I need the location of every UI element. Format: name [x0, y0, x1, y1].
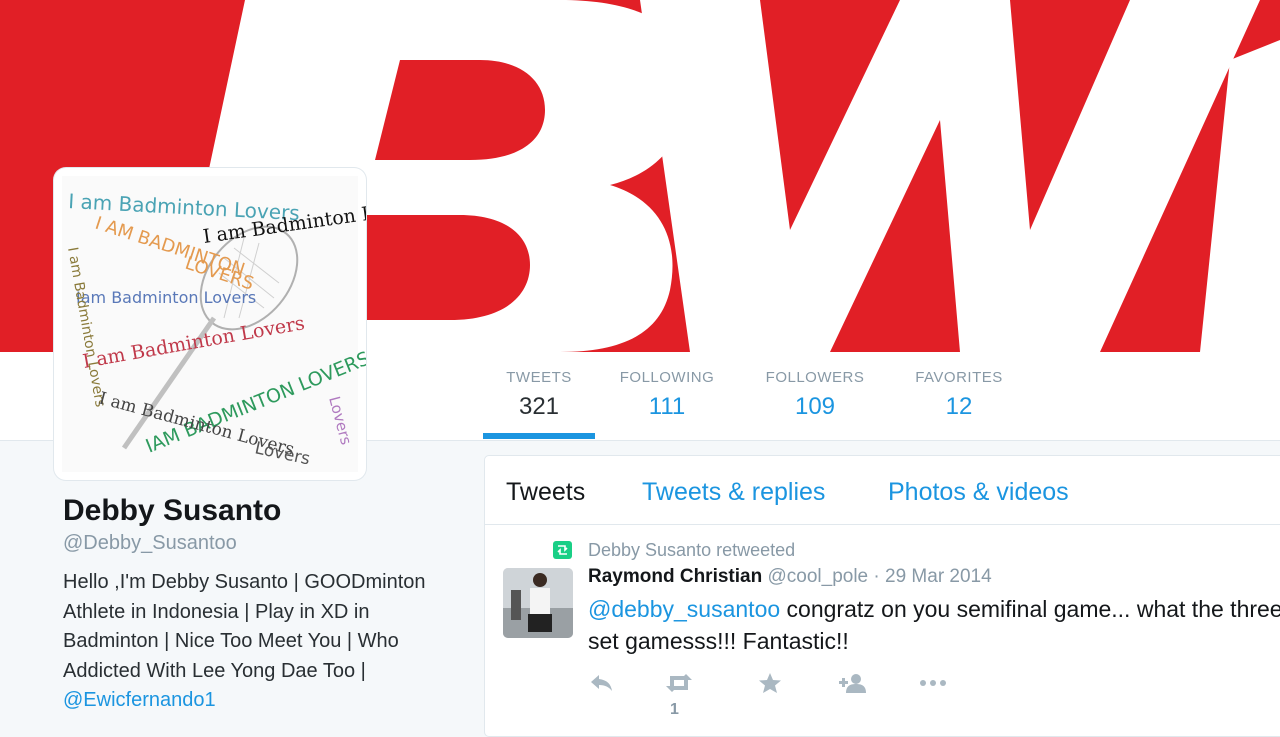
stat-followers-label: FOLLOWERS: [765, 369, 865, 386]
profile-avatar[interactable]: I am Badminton Lovers I am Badminton Lov…: [54, 168, 366, 480]
stat-favorites-label: FAVORITES: [915, 369, 1003, 386]
stat-following-value: 111: [648, 393, 686, 420]
profile-name: Debby Susanto: [63, 494, 282, 527]
tweet-author-name[interactable]: Raymond Christian: [588, 566, 762, 587]
retweet-icon: [666, 674, 692, 692]
active-stat-indicator: [483, 433, 595, 439]
more-icon[interactable]: [918, 672, 948, 700]
retweet-context-text[interactable]: Debby Susanto retweeted: [588, 540, 795, 561]
tab-tweets-replies[interactable]: Tweets & replies: [642, 478, 825, 507]
tweet-text-line2: set gamesss!!! Fantastic!!: [588, 628, 849, 654]
tab-photos-videos[interactable]: Photos & videos: [888, 478, 1069, 507]
tweet-header: Raymond Christian @cool_pole · 29 Mar 20…: [588, 566, 992, 588]
stat-tweets[interactable]: TWEETS 321: [498, 368, 580, 424]
avatar-image: I am Badminton Lovers I am Badminton Lov…: [62, 176, 366, 472]
timeline-tabs: Tweets Tweets & replies Photos & videos: [485, 456, 1280, 525]
profile-handle[interactable]: @Debby_Susantoo: [63, 532, 237, 555]
tweet-timestamp[interactable]: · 29 Mar 2014: [873, 566, 991, 587]
bio-mention-link[interactable]: @Ewicfernando1: [63, 689, 216, 711]
star-icon[interactable]: [758, 672, 782, 700]
stat-following-label: FOLLOWING: [619, 369, 715, 386]
reply-icon[interactable]: [588, 672, 614, 700]
retweet-count: 1: [670, 701, 679, 718]
retweet-context-icon: [553, 541, 572, 559]
timeline-panel: Tweets Tweets & replies Photos & videos …: [484, 455, 1280, 737]
profile-bio-text: Hello ,I'm Debby Susanto | GOODminton At…: [63, 571, 426, 682]
tab-tweets[interactable]: Tweets: [506, 478, 585, 507]
stat-tweets-value: 321: [518, 393, 560, 420]
tweet-author-handle[interactable]: @cool_pole: [767, 566, 868, 587]
tweet-text-line1: congratz on you semifinal game... what t…: [780, 596, 1280, 622]
avatar-phrase-5: Iam Badminton Lovers: [76, 288, 256, 307]
stat-followers[interactable]: FOLLOWERS 109: [758, 368, 872, 424]
retweet-button[interactable]: 1: [664, 672, 694, 723]
profile-bio: Hello ,I'm Debby Susanto | GOODminton At…: [63, 568, 463, 716]
stat-tweets-label: TWEETS: [506, 369, 572, 386]
stat-favorites[interactable]: FAVORITES 12: [906, 368, 1012, 424]
add-user-icon[interactable]: [838, 672, 868, 700]
tweet-author-avatar[interactable]: [503, 568, 573, 638]
stat-favorites-value: 12: [945, 393, 973, 420]
stat-followers-value: 109: [794, 393, 836, 420]
tweet-text: @debby_susantoo congratz on you semifina…: [588, 593, 1280, 657]
stat-following[interactable]: FOLLOWING 111: [612, 368, 722, 424]
tweet-mention-link[interactable]: @debby_susantoo: [588, 596, 780, 622]
